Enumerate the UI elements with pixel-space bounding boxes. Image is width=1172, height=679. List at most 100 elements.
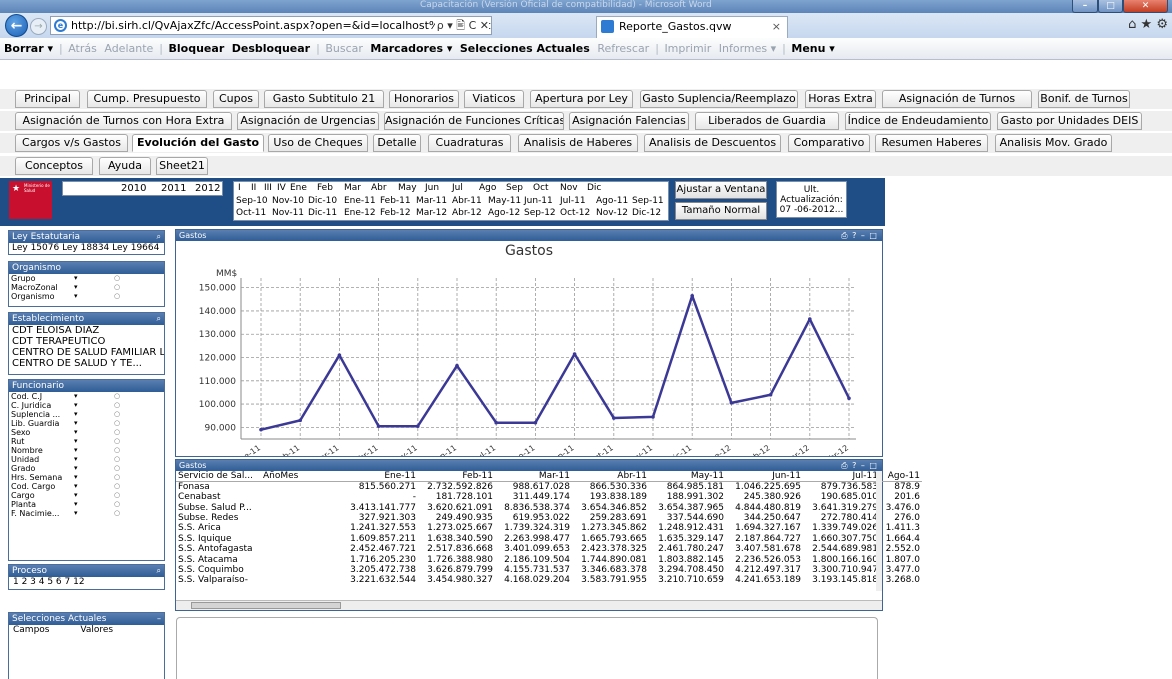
list-item[interactable]: Cod. Cargo ▾ ○ <box>9 482 164 491</box>
month-III[interactable]: III <box>264 183 272 193</box>
tab-asig-turnos-hora-extra[interactable]: Asignación de Turnos con Hora Extra <box>15 112 232 130</box>
list-item[interactable]: Cargo ▾ ○ <box>9 491 164 500</box>
establecimiento-item[interactable]: CENTRO DE SALUD FAMILIAR L <box>9 347 164 358</box>
list-item[interactable]: Lib. Guardia ▾ ○ <box>9 419 164 428</box>
year-2011[interactable]: 2011 <box>161 182 186 195</box>
period-Ene-11[interactable]: Ene-11 <box>344 196 376 206</box>
period-Abr-12[interactable]: Abr-12 <box>452 208 482 218</box>
year-selector[interactable]: 2010 2011 2012 <box>62 181 223 196</box>
month-IV[interactable]: IV <box>277 183 286 193</box>
dropdown-arrow-icon[interactable]: ▾ <box>74 428 78 437</box>
toolbar-borrar[interactable]: Borrar ▾ <box>4 42 53 55</box>
list-item[interactable]: Organismo ▾ ○ <box>9 292 164 301</box>
period-Abr-11[interactable]: Abr-11 <box>452 196 482 206</box>
maximize-button[interactable]: □ <box>1098 0 1123 13</box>
row-label[interactable]: S.S. Valparaíso- <box>176 575 261 585</box>
period-Mar-11[interactable]: Mar-11 <box>416 196 447 206</box>
period-Feb-11[interactable]: Feb-11 <box>380 196 411 206</box>
list-item[interactable]: Unidad ▾ ○ <box>9 455 164 464</box>
tab-viaticos[interactable]: Viaticos <box>464 90 524 108</box>
table-vertical-scrollbar[interactable] <box>876 471 882 591</box>
tab-cargos-vs-gastos[interactable]: Cargos v/s Gastos <box>15 134 128 152</box>
list-item[interactable]: Grado ▾ ○ <box>9 464 164 473</box>
month-Jun[interactable]: Jun <box>425 183 439 193</box>
period-Jul-11[interactable]: Jul-11 <box>560 196 586 206</box>
toolbar-bloquear[interactable]: Bloquear <box>169 42 225 55</box>
toolbar-marcadores[interactable]: Marcadores ▾ <box>370 42 452 55</box>
list-item[interactable]: Cod. C.J ▾ ○ <box>9 392 164 401</box>
month-Dic[interactable]: Dic <box>587 183 601 193</box>
column-header[interactable]: Feb-11 <box>418 471 495 482</box>
toolbar-buscar[interactable]: Buscar <box>325 42 363 55</box>
dropdown-arrow-icon[interactable]: ▾ <box>74 500 78 509</box>
toolbar-desbloquear[interactable]: Desbloquear <box>232 42 310 55</box>
home-favorites-settings-icons[interactable]: ⌂ ★ ⚙ <box>1128 17 1168 32</box>
dropdown-arrow-icon[interactable]: ▾ <box>74 437 78 446</box>
tab-asig-urgencias[interactable]: Asignación de Urgencias <box>237 112 379 130</box>
minimize-icon[interactable]: – <box>157 613 161 625</box>
dropdown-arrow-icon[interactable]: ▾ <box>74 392 78 401</box>
tab-conceptos[interactable]: Conceptos <box>15 157 93 175</box>
list-item[interactable]: F. Nacimie... ▾ ○ <box>9 509 164 518</box>
list-item[interactable]: Hrs. Semana ▾ ○ <box>9 473 164 482</box>
list-item[interactable]: Planta ▾ ○ <box>9 500 164 509</box>
period-Dic-11[interactable]: Dic-11 <box>308 208 337 218</box>
row-label[interactable]: S.S. Arica <box>176 523 261 533</box>
dropdown-arrow-icon[interactable]: ▾ <box>74 509 78 518</box>
toolbar-informes[interactable]: Informes ▾ <box>719 42 776 55</box>
tab-asignacion-turnos[interactable]: Asignación de Turnos <box>882 90 1032 108</box>
month-II[interactable]: II <box>251 183 256 193</box>
toolbar-refrescar[interactable]: Refrescar <box>597 42 649 55</box>
row-label[interactable]: Subse. Salud P... <box>176 502 261 513</box>
tab-cuadraturas[interactable]: Cuadraturas <box>428 134 511 152</box>
month-Jul[interactable]: Jul <box>452 183 463 193</box>
normal-size-button[interactable]: Tamaño Normal <box>675 202 767 220</box>
period-Nov-11[interactable]: Nov-11 <box>272 208 304 218</box>
tab-analisis-haberes[interactable]: Analisis de Haberes <box>518 134 638 152</box>
tab-cump-presupuesto[interactable]: Cump. Presupuesto <box>87 90 207 108</box>
dropdown-arrow-icon[interactable]: ▾ <box>74 410 78 419</box>
month-Feb[interactable]: Feb <box>317 183 333 193</box>
tab-gasto-suplencia[interactable]: Gasto Suplencia/Reemplazo <box>640 90 798 108</box>
dropdown-arrow-icon[interactable]: ▾ <box>74 491 78 500</box>
tab-asig-funciones-criticas[interactable]: Asignación de Funciones Críticas <box>384 112 564 130</box>
month-May[interactable]: May <box>398 183 417 193</box>
column-header[interactable]: Abr-11 <box>572 471 649 482</box>
period-Dic-12[interactable]: Dic-12 <box>632 208 661 218</box>
toolbar-adelante[interactable]: Adelante <box>104 42 153 55</box>
toolbar-selecciones[interactable]: Selecciones Actuales <box>460 42 590 55</box>
list-item[interactable]: Suplencia ... ▾ ○ <box>9 410 164 419</box>
period-Ago-11[interactable]: Ago-11 <box>596 196 628 206</box>
tab-analisis-descuentos[interactable]: Analisis de Descuentos <box>644 134 781 152</box>
column-header[interactable]: Jun-11 <box>726 471 803 482</box>
period-May-11[interactable]: May-11 <box>488 196 521 206</box>
forward-icon[interactable]: → <box>30 18 47 35</box>
month-Mar[interactable]: Mar <box>344 183 361 193</box>
panel-tools-icons[interactable]: ⎙ ? – □ <box>841 230 878 241</box>
tab-honorarios[interactable]: Honorarios <box>389 90 459 108</box>
tab-gasto-subtitulo-21[interactable]: Gasto Subtitulo 21 <box>264 90 384 108</box>
dropdown-arrow-icon[interactable]: ▾ <box>74 292 78 301</box>
tab-indice-endeudamiento[interactable]: Índice de Endeudamiento <box>845 112 991 130</box>
search-icon[interactable]: ⌕ <box>157 565 161 577</box>
list-item[interactable]: C. Juridica ▾ ○ <box>9 401 164 410</box>
list-item[interactable]: Grupo ▾ ○ <box>9 274 164 283</box>
minimize-button[interactable]: – <box>1072 0 1098 13</box>
tab-cupos[interactable]: Cupos <box>213 90 259 108</box>
row-label[interactable]: S.S. Atacama <box>176 554 261 565</box>
column-header[interactable]: Servicio de Sal... <box>176 471 261 482</box>
column-header[interactable]: AñoMes <box>261 471 341 482</box>
ley-values[interactable]: Ley 15076 Ley 18834 Ley 19664 <box>9 243 164 254</box>
tab-ayuda[interactable]: Ayuda <box>99 157 151 175</box>
month-Ene[interactable]: Ene <box>290 183 307 193</box>
period-Ene-12[interactable]: Ene-12 <box>344 208 376 218</box>
month-Nov[interactable]: Nov <box>560 183 578 193</box>
tab-bonif-turnos[interactable]: Bonif. de Turnos <box>1038 90 1130 108</box>
column-header[interactable]: Ene-11 <box>341 471 418 482</box>
month-I[interactable]: I <box>238 183 241 193</box>
dropdown-arrow-icon[interactable]: ▾ <box>74 419 78 428</box>
period-Oct-11[interactable]: Oct-11 <box>236 208 266 218</box>
row-label[interactable]: S.S. Iquique <box>176 534 261 544</box>
tab-asig-falencias[interactable]: Asignación Falencias <box>569 112 689 130</box>
tab-sheet21[interactable]: Sheet21 <box>156 157 208 175</box>
